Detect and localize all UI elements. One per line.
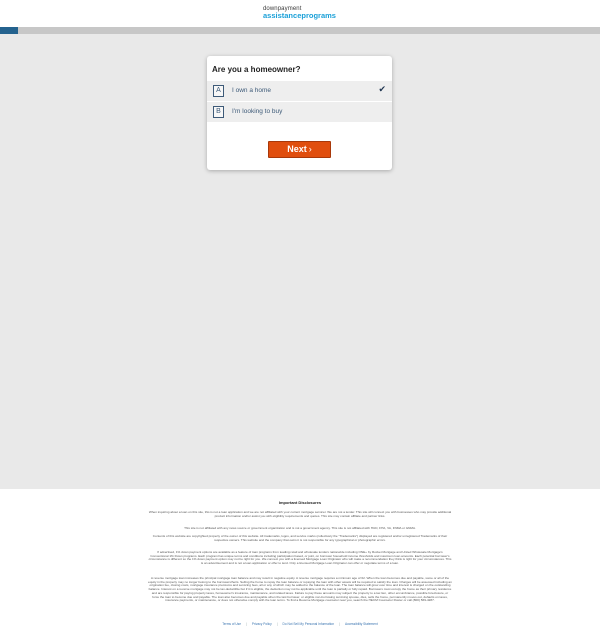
question-title: Are you a homeowner? (212, 65, 301, 74)
chevron-right-icon: › (308, 144, 312, 154)
disclosure-paragraph: A reverse mortgage loan increases the pr… (148, 576, 452, 603)
link-separator: | (276, 622, 278, 626)
option-label-own-home: I own a home (232, 87, 272, 94)
option-looking-to-buy[interactable]: B I'm looking to buy (207, 102, 392, 122)
footer-links: Terms of Use | Privacy Policy | Do Not Sell … (0, 622, 600, 626)
option-label-looking-to-buy: I'm looking to buy (232, 108, 283, 115)
site-logo[interactable]: downpayment assistanceprograms (263, 6, 343, 22)
question-card: Are you a homeowner? A I own a home ✔ B … (207, 56, 392, 170)
next-button[interactable]: Next › (268, 141, 331, 158)
privacy-policy-link[interactable]: Privacy Policy (252, 622, 272, 626)
disclosure-paragraph: This site is not affiliated with any new… (184, 526, 416, 530)
option-own-home[interactable]: A I own a home ✔ (207, 81, 392, 101)
progress-bar (0, 27, 600, 34)
option-key-a: A (213, 85, 224, 97)
progress-bar-fill (0, 27, 18, 34)
terms-of-use-link[interactable]: Terms of Use (222, 622, 241, 626)
disclosures-footer: Important Disclosures When inquiring abo… (0, 489, 600, 639)
checkmark-icon: ✔ (378, 84, 386, 94)
disclosures-title: Important Disclosures (278, 500, 322, 505)
link-separator: | (339, 622, 340, 626)
disclosure-paragraph: If advertised, 1% down payment options a… (148, 550, 452, 566)
accessibility-statement-link[interactable]: Accessibility Statement (345, 622, 378, 626)
link-separator: | (246, 622, 247, 626)
option-key-b: B (213, 106, 224, 118)
disclosure-paragraph: When inquiring about a loan on this site… (148, 510, 452, 518)
disclosure-paragraph: Contents of this website are copyrighted… (152, 534, 448, 542)
logo-line-2: assistanceprograms (263, 11, 336, 20)
do-not-sell-link[interactable]: Do Not Sell My Personal Information (283, 622, 335, 626)
next-button-label: Next (287, 144, 307, 154)
site-header: downpayment assistanceprograms (0, 0, 600, 27)
